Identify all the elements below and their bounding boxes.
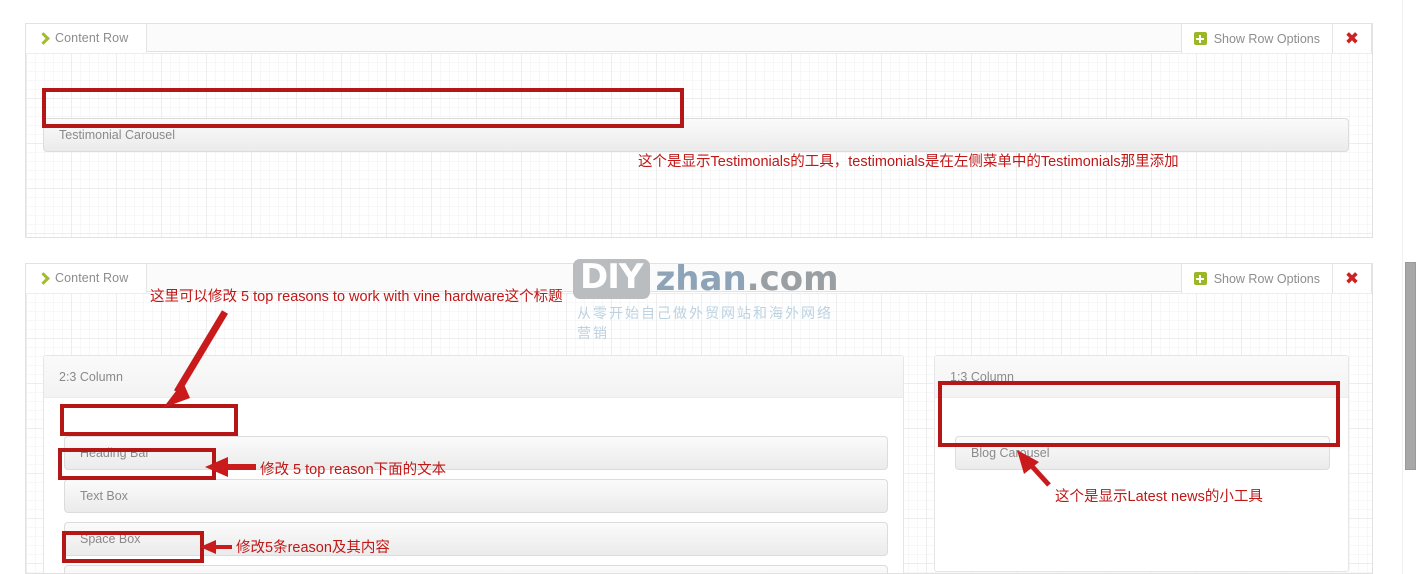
annotation-text-body-copy: 修改 5 top reason下面的文本 <box>260 462 447 478</box>
widget-text-box[interactable]: Text Box <box>64 479 888 513</box>
column-2-3-header: 2:3 Column <box>44 356 903 398</box>
row-tab-1[interactable]: Content Row <box>26 24 148 53</box>
annotation-text-accordion-items: 修改5条reason及其内容 <box>236 540 390 556</box>
column-2-3-label: 2:3 Column <box>59 369 123 384</box>
close-row-button-1[interactable]: ✖ <box>1333 24 1372 53</box>
widget-blog-carousel[interactable]: Blog Carousel <box>955 436 1330 470</box>
row-canvas-2[interactable]: 2:3 Column Heading Bar Text Box Space Bo… <box>26 293 1372 573</box>
annotation-text-heading-title: 这里可以修改 5 top reasons to work with vine h… <box>150 289 563 305</box>
row-tab-2[interactable]: Content Row <box>26 264 148 293</box>
close-row-button-2[interactable]: ✖ <box>1333 264 1372 293</box>
plus-square-icon <box>1193 32 1207 45</box>
plus-square-icon <box>1193 272 1207 285</box>
annotation-text-latest-news: 这个是显示Latest news的小工具 <box>1055 489 1263 505</box>
row-tabbar-1 <box>26 24 1372 52</box>
chevron-right-icon <box>37 271 50 285</box>
page-root: Content Row Show Row Options ✖ Testimoni… <box>0 0 1418 574</box>
close-x-icon: ✖ <box>1344 29 1360 48</box>
widget-label-text-box: Text Box <box>80 489 128 503</box>
show-row-options-button-2[interactable]: Show Row Options <box>1180 264 1333 293</box>
close-x-icon: ✖ <box>1344 269 1360 288</box>
content-row-panel-1: Content Row Show Row Options ✖ Testimoni… <box>25 23 1373 238</box>
chevron-right-icon <box>37 31 50 45</box>
row-tab-label-1: Content Row <box>55 31 129 45</box>
column-1-3[interactable]: 1:3 Column Blog Carousel <box>934 355 1349 572</box>
annotation-text-testimonials: 这个是显示Testimonials的工具，testimonials是在左侧菜单中… <box>638 154 1179 170</box>
row-actions-1: Show Row Options ✖ <box>1180 24 1372 53</box>
column-1-3-label: 1:3 Column <box>950 369 1014 384</box>
show-row-options-button-1[interactable]: Show Row Options <box>1180 24 1333 53</box>
widget-heading-bar[interactable]: Heading Bar <box>64 436 888 470</box>
column-2-3[interactable]: 2:3 Column Heading Bar Text Box Space Bo… <box>43 355 904 573</box>
vertical-scrollbar-thumb[interactable] <box>1405 262 1416 470</box>
widget-accordion-content[interactable]: Accordion Content <box>64 565 888 573</box>
show-row-options-label-1: Show Row Options <box>1213 31 1320 46</box>
widget-space-box[interactable]: Space Box <box>64 522 888 556</box>
show-row-options-label-2: Show Row Options <box>1213 271 1320 286</box>
widget-label-testimonial-carousel: Testimonial Carousel <box>59 128 176 142</box>
column-1-3-header: 1:3 Column <box>935 356 1348 398</box>
widget-label-space-box: Space Box <box>80 532 141 546</box>
widget-testimonial-carousel[interactable]: Testimonial Carousel <box>43 118 1349 152</box>
content-row-panel-2: Content Row Show Row Options ✖ 2:3 Colum… <box>25 263 1373 574</box>
vertical-scrollbar-track[interactable] <box>1402 0 1418 574</box>
row-tab-label-2: Content Row <box>55 271 129 285</box>
row-canvas-1[interactable]: Testimonial Carousel <box>26 53 1372 237</box>
row-actions-2: Show Row Options ✖ <box>1180 264 1372 293</box>
widget-label-blog-carousel: Blog Carousel <box>971 446 1050 460</box>
widget-label-heading-bar: Heading Bar <box>80 446 150 460</box>
